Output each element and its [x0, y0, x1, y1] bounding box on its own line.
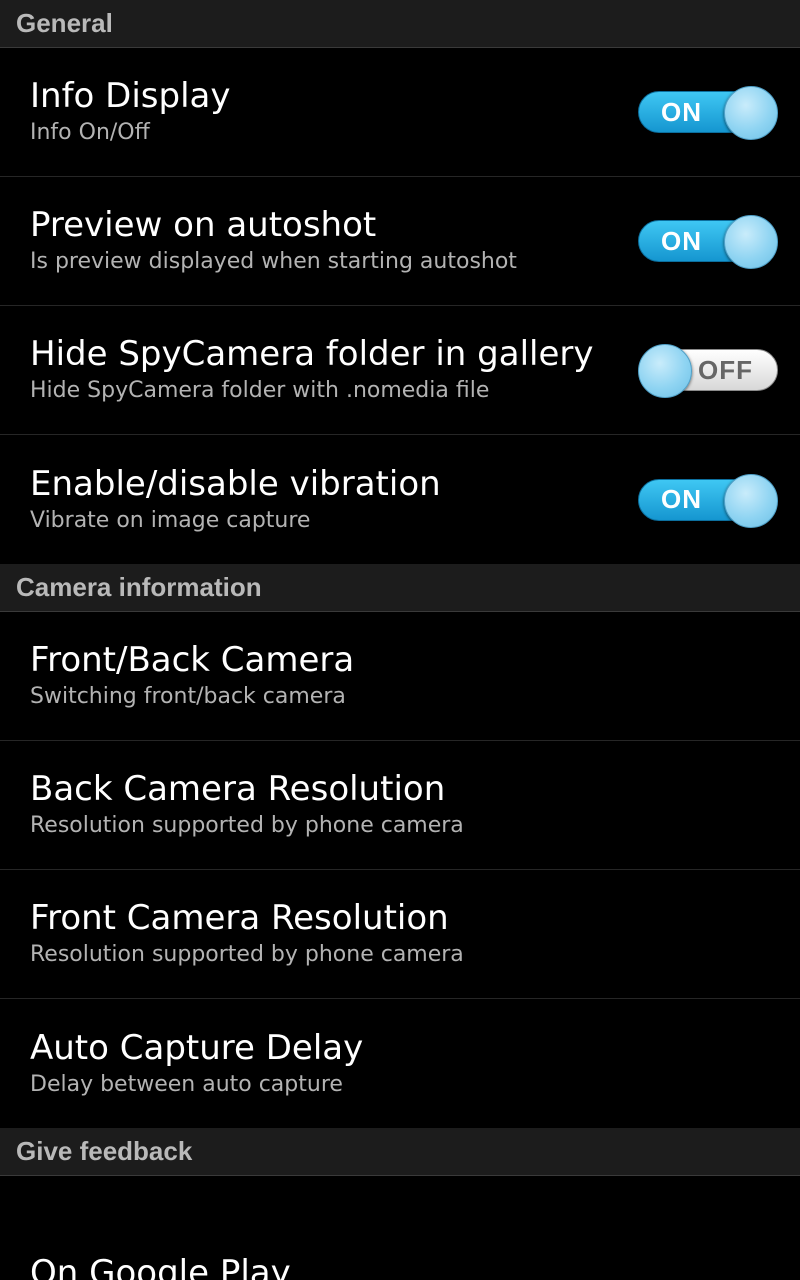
pref-summary: Delay between auto capture	[30, 1071, 343, 1097]
toggle-label: OFF	[698, 354, 753, 385]
pref-text: Auto Capture Delay Delay between auto ca…	[30, 1028, 363, 1100]
toggle-label: ON	[661, 96, 702, 127]
pref-title: Front Camera Resolution	[30, 898, 449, 938]
pref-vibration[interactable]: Enable/disable vibration Vibrate on imag…	[0, 435, 800, 564]
pref-title: Front/Back Camera	[30, 640, 355, 680]
section-header-give-feedback: Give feedback	[0, 1128, 800, 1176]
pref-auto-capture-delay[interactable]: Auto Capture Delay Delay between auto ca…	[0, 999, 800, 1128]
pref-text: Enable/disable vibration Vibrate on imag…	[30, 464, 441, 536]
pref-text: Hide SpyCamera folder in gallery Hide Sp…	[30, 334, 593, 406]
pref-title: Hide SpyCamera folder in gallery	[30, 334, 594, 374]
section-header-general: General	[0, 0, 800, 48]
pref-title: Preview on autoshot	[30, 205, 377, 245]
info-display-toggle[interactable]: ON	[638, 84, 778, 140]
vibration-toggle[interactable]: ON	[638, 472, 778, 528]
hide-folder-toggle[interactable]: OFF	[638, 342, 778, 398]
pref-preview-on-autoshot[interactable]: Preview on autoshot Is preview displayed…	[0, 177, 800, 306]
pref-text: Front/Back Camera Switching front/back c…	[30, 640, 354, 712]
pref-back-camera-resolution[interactable]: Back Camera Resolution Resolution suppor…	[0, 741, 800, 870]
pref-text: On Google Play	[30, 1253, 291, 1280]
section-header-camera-information: Camera information	[0, 564, 800, 612]
pref-title: Back Camera Resolution	[30, 769, 446, 809]
preview-autoshot-toggle[interactable]: ON	[638, 213, 778, 269]
toggle-label: ON	[661, 484, 702, 514]
settings-screen: General Info Display Info On/Off ON Prev…	[0, 0, 800, 1280]
pref-text: Info Display Info On/Off	[30, 76, 230, 148]
pref-summary: Is preview displayed when starting autos…	[30, 249, 517, 274]
toggle-knob[interactable]	[724, 215, 778, 269]
pref-front-camera-resolution[interactable]: Front Camera Resolution Resolution suppo…	[0, 870, 800, 999]
pref-summary: Resolution supported by phone camera	[30, 942, 464, 967]
toggle-label: ON	[661, 225, 702, 256]
pref-title: On Google Play	[30, 1253, 291, 1280]
pref-text: Back Camera Resolution Resolution suppor…	[30, 769, 464, 841]
pref-front-back-camera[interactable]: Front/Back Camera Switching front/back c…	[0, 612, 800, 741]
pref-summary: Resolution supported by phone camera	[30, 813, 464, 838]
pref-title: Auto Capture Delay	[30, 1027, 364, 1068]
toggle-knob[interactable]	[638, 344, 692, 398]
pref-summary: Switching front/back camera	[30, 684, 346, 709]
pref-info-display[interactable]: Info Display Info On/Off ON	[0, 48, 800, 177]
pref-on-google-play[interactable]: On Google Play	[0, 1176, 800, 1280]
pref-title: Info Display	[30, 76, 231, 116]
pref-summary: Hide SpyCamera folder with .nomedia file	[30, 378, 490, 403]
pref-title: Enable/disable vibration	[30, 463, 441, 504]
pref-summary: Info On/Off	[30, 120, 150, 145]
toggle-knob[interactable]	[724, 86, 778, 140]
pref-summary: Vibrate on image capture	[30, 507, 311, 533]
pref-hide-folder[interactable]: Hide SpyCamera folder in gallery Hide Sp…	[0, 306, 800, 435]
pref-text: Front Camera Resolution Resolution suppo…	[30, 898, 464, 970]
toggle-knob[interactable]	[724, 473, 778, 528]
pref-text: Preview on autoshot Is preview displayed…	[30, 205, 517, 277]
